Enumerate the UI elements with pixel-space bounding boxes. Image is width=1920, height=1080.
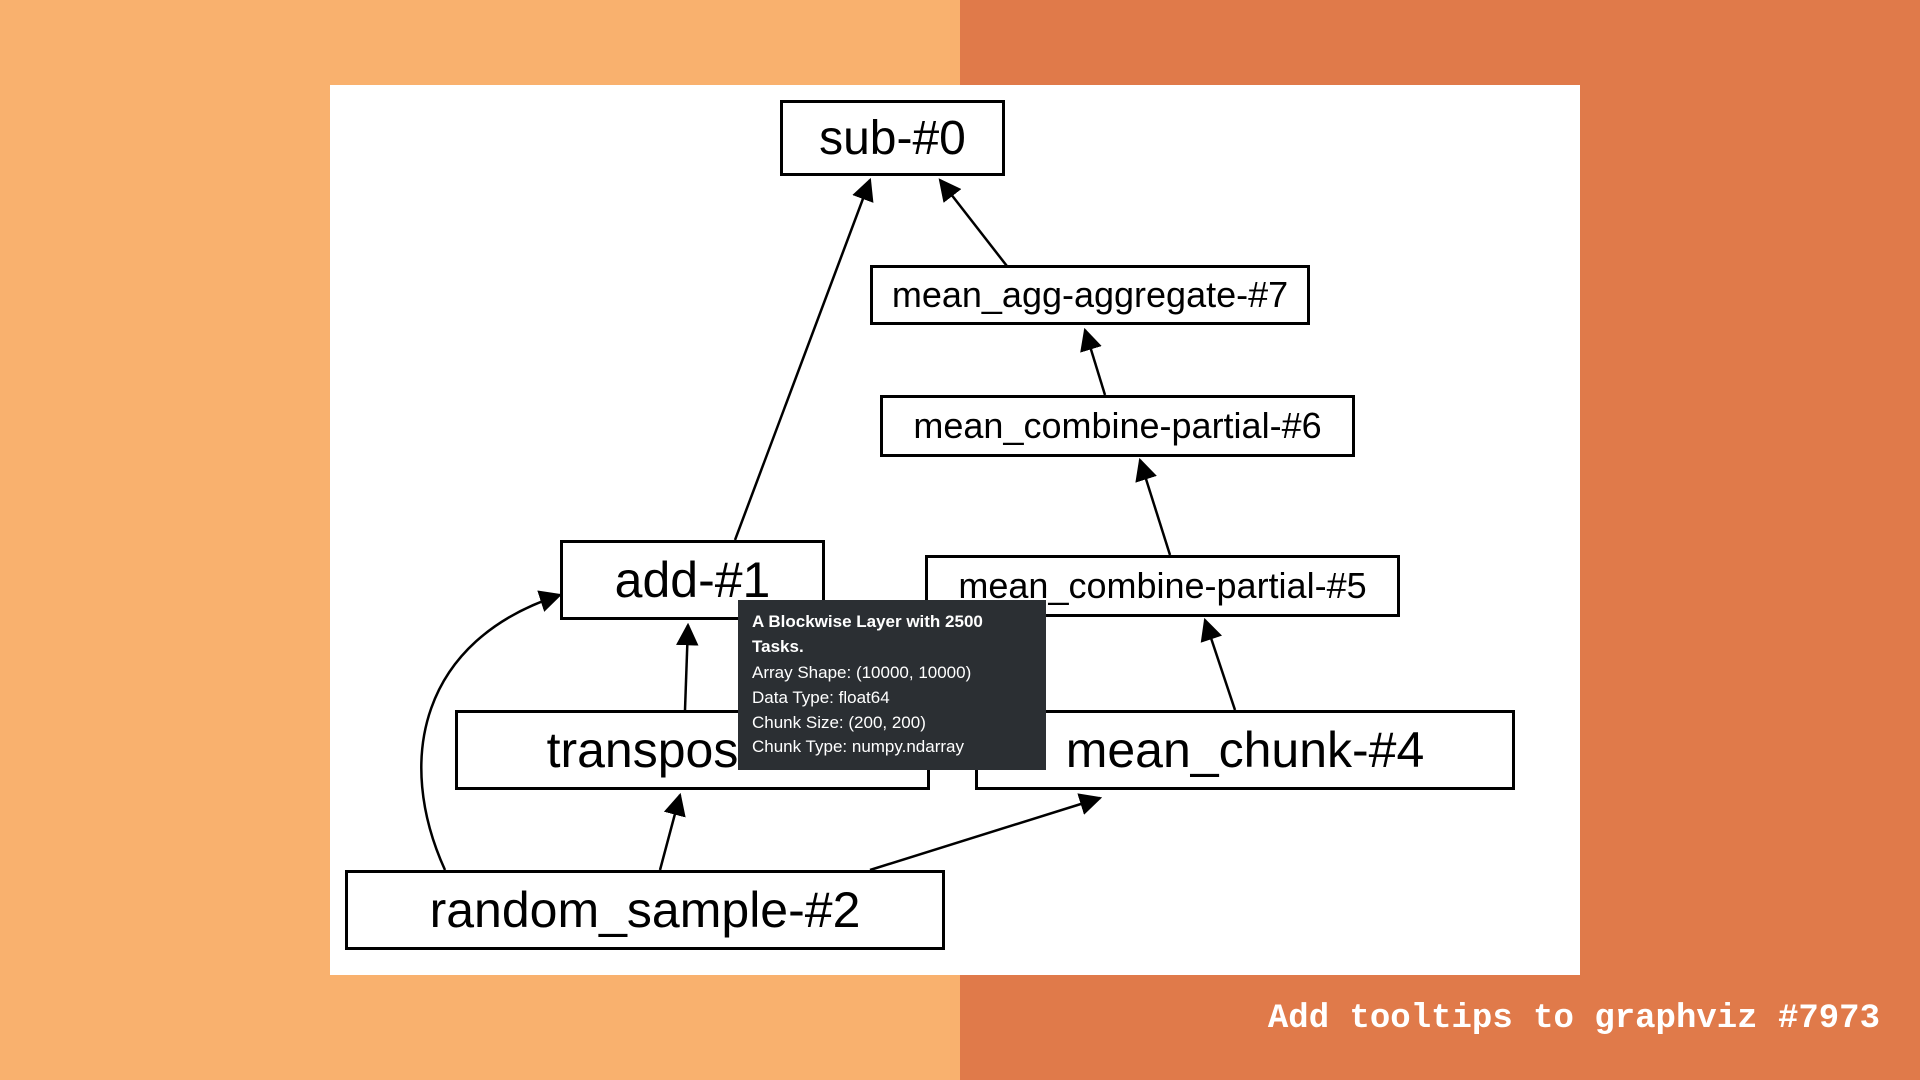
node-random[interactable]: random_sample-#2	[345, 870, 945, 950]
tooltip-line: Chunk Size: (200, 200)	[752, 711, 1032, 736]
node-tooltip: A Blockwise Layer with 2500 Tasks. Array…	[738, 600, 1046, 770]
tooltip-line: Data Type: float64	[752, 686, 1032, 711]
tooltip-line: Chunk Type: numpy.ndarray	[752, 735, 1032, 760]
slide-caption: Add tooltips to graphviz #7973	[1268, 1000, 1880, 1038]
node-sub[interactable]: sub-#0	[780, 100, 1005, 176]
slide-background: sub-#0 mean_agg-aggregate-#7 mean_combin…	[0, 0, 1920, 1080]
node-chunk[interactable]: mean_chunk-#4	[975, 710, 1515, 790]
tooltip-line: Array Shape: (10000, 10000)	[752, 661, 1032, 686]
node-partial6[interactable]: mean_combine-partial-#6	[880, 395, 1355, 457]
node-aggregate[interactable]: mean_agg-aggregate-#7	[870, 265, 1310, 325]
tooltip-title: A Blockwise Layer with 2500 Tasks.	[752, 610, 1032, 659]
diagram-panel	[330, 85, 1580, 975]
